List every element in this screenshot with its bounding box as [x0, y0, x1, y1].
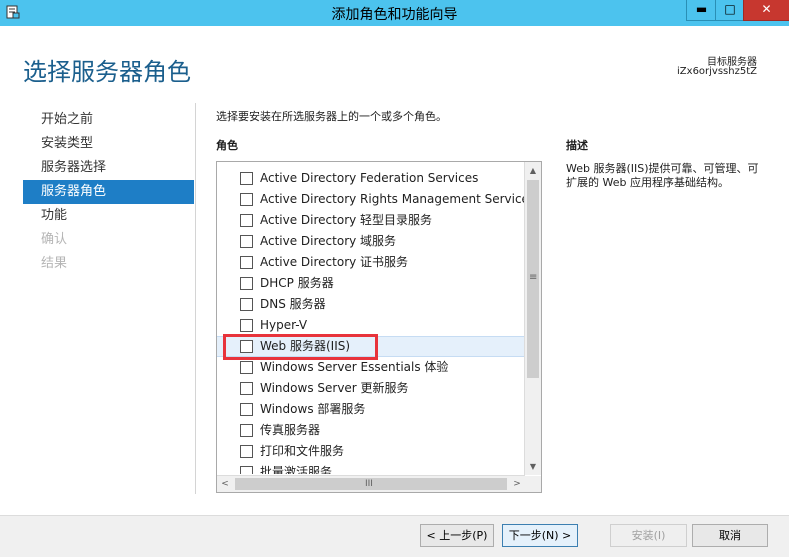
wizard-nav: 开始之前 安装类型 服务器选择 服务器角色 功能 确认 结果 — [23, 108, 194, 276]
role-label: Active Directory 证书服务 — [260, 255, 409, 269]
role-checkbox[interactable] — [240, 382, 253, 395]
close-button[interactable]: ✕ — [743, 0, 789, 21]
target-server-value: iZx6orjvsshz5tZ — [677, 66, 757, 77]
role-checkbox[interactable] — [240, 298, 253, 311]
scrollbar-corner — [525, 476, 541, 492]
page-title: 选择服务器角色 — [23, 58, 191, 86]
nav-divider — [195, 103, 196, 494]
install-button: 安装(I) — [610, 524, 687, 547]
role-row[interactable]: Windows 部署服务 — [217, 399, 525, 420]
nav-item-installation-type[interactable]: 安装类型 — [23, 132, 194, 156]
role-row[interactable]: Active Directory 证书服务 — [217, 252, 525, 273]
role-row[interactable]: DHCP 服务器 — [217, 273, 525, 294]
role-row[interactable]: Active Directory 域服务 — [217, 231, 525, 252]
role-row[interactable]: Active Directory 轻型目录服务 — [217, 210, 525, 231]
role-label: Windows Server 更新服务 — [260, 381, 409, 395]
role-checkbox[interactable] — [240, 319, 253, 332]
role-label: Hyper-V — [260, 318, 308, 332]
grip-icon: III — [365, 479, 373, 489]
minimize-button[interactable]: ▬ — [686, 0, 717, 21]
role-label: 传真服务器 — [260, 423, 321, 437]
role-row[interactable]: Active Directory Rights Management Servi… — [217, 189, 525, 210]
role-row[interactable]: Windows Server 更新服务 — [217, 378, 525, 399]
role-row[interactable]: Hyper-V — [217, 315, 525, 336]
scroll-right-icon[interactable]: > — [509, 476, 525, 492]
horizontal-scroll-thumb[interactable]: III — [235, 478, 507, 490]
role-checkbox[interactable] — [240, 424, 253, 437]
role-row[interactable]: Windows Server Essentials 体验 — [217, 357, 525, 378]
maximize-button[interactable]: □ — [715, 0, 745, 21]
role-checkbox[interactable] — [240, 193, 253, 206]
role-checkbox[interactable] — [240, 277, 253, 290]
description-header: 描述 — [566, 139, 588, 152]
instruction-text: 选择要安装在所选服务器上的一个或多个角色。 — [216, 110, 447, 123]
nav-item-before-you-begin[interactable]: 开始之前 — [23, 108, 194, 132]
nav-item-server-selection[interactable]: 服务器选择 — [23, 156, 194, 180]
role-checkbox[interactable] — [240, 466, 253, 474]
role-checkbox[interactable] — [240, 403, 253, 416]
next-button[interactable]: 下一步(N) > — [502, 524, 578, 547]
role-label: Windows 部署服务 — [260, 402, 366, 416]
role-row-web-server-iis[interactable]: Web 服务器(IIS) — [217, 334, 525, 360]
nav-item-features[interactable]: 功能 — [23, 204, 194, 228]
role-label: 批量激活服务 — [260, 465, 333, 474]
role-label: Active Directory 轻型目录服务 — [260, 213, 433, 227]
minimize-icon: ▬ — [695, 2, 708, 16]
role-row[interactable]: 批量激活服务 — [217, 462, 525, 474]
role-checkbox[interactable] — [240, 361, 253, 374]
role-row[interactable]: Active Directory Federation Services — [217, 168, 525, 189]
previous-button[interactable]: < 上一步(P) — [420, 524, 494, 547]
horizontal-scrollbar[interactable]: < III > — [217, 475, 525, 492]
roles-header: 角色 — [216, 139, 238, 152]
role-label: DHCP 服务器 — [260, 276, 334, 290]
scroll-up-icon[interactable]: ▲ — [525, 162, 541, 179]
vertical-scrollbar[interactable]: ▲ ≡ ▼ — [524, 162, 541, 475]
role-row[interactable]: 传真服务器 — [217, 420, 525, 441]
roles-list: Active Directory Federation Services Act… — [217, 168, 525, 474]
role-checkbox[interactable] — [240, 235, 253, 248]
cancel-button[interactable]: 取消 — [692, 524, 768, 547]
role-checkbox[interactable] — [240, 445, 253, 458]
vertical-scroll-thumb[interactable]: ≡ — [527, 180, 539, 378]
description-text: Web 服务器(IIS)提供可靠、可管理、可扩展的 Web 应用程序基础结构。 — [566, 162, 759, 189]
role-row[interactable]: DNS 服务器 — [217, 294, 525, 315]
nav-item-server-roles[interactable]: 服务器角色 — [23, 180, 194, 204]
title-bar: 添加角色和功能向导 — [0, 0, 789, 26]
role-row[interactable]: 打印和文件服务 — [217, 441, 525, 462]
role-label: Active Directory Federation Services — [260, 171, 479, 185]
role-checkbox[interactable] — [240, 214, 253, 227]
maximize-icon: □ — [724, 2, 736, 16]
role-label: Windows Server Essentials 体验 — [260, 360, 449, 374]
role-label: Active Directory Rights Management Servi… — [260, 192, 525, 206]
nav-item-confirmation: 确认 — [41, 232, 68, 247]
role-checkbox[interactable] — [240, 172, 253, 185]
nav-item-results: 结果 — [41, 256, 68, 271]
role-label: DNS 服务器 — [260, 297, 326, 311]
close-icon: ✕ — [761, 2, 772, 16]
grip-icon: ≡ — [529, 272, 538, 283]
scroll-left-icon[interactable]: < — [217, 476, 233, 492]
scroll-down-icon[interactable]: ▼ — [525, 458, 541, 475]
role-label: Active Directory 域服务 — [260, 234, 397, 248]
role-checkbox[interactable] — [240, 256, 253, 269]
role-label: 打印和文件服务 — [260, 444, 345, 458]
roles-listbox[interactable]: Active Directory Federation Services Act… — [216, 161, 542, 493]
window-title: 添加角色和功能向导 — [331, 7, 458, 23]
